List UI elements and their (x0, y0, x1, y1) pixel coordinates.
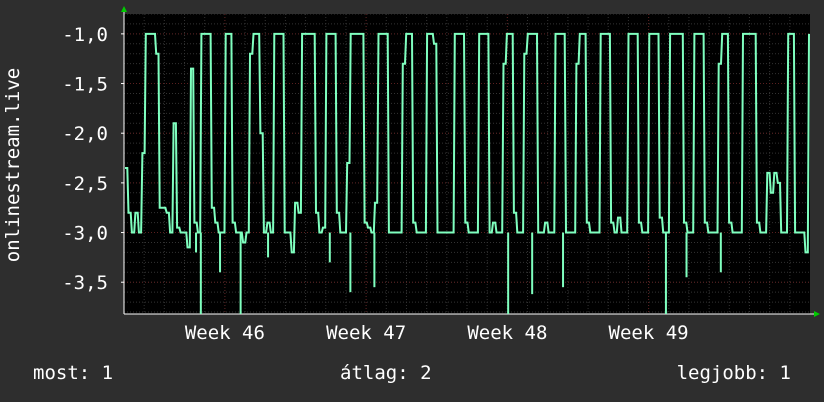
y-tick-label: -3,5 (62, 272, 108, 294)
x-tick-label: Week 47 (326, 322, 406, 344)
stat-now: most: 1 (33, 362, 114, 384)
chart: -1,0-1,5-2,0-2,5-3,0-3,5 Week 46 Week 47 W… (2, 6, 820, 344)
y-tick-label: -3,0 (62, 223, 108, 245)
y-ticks: -1,0 -1,5 -2,0 -2,5 -3,0 -3,5 (62, 24, 108, 294)
y-tick-label: -1,0 (62, 24, 108, 46)
y-tick-label: -1,5 (62, 74, 108, 96)
x-tick-label: Week 46 (185, 322, 265, 344)
y-tick-label: -2,5 (62, 173, 108, 195)
stat-average: átlag: 2 (340, 362, 432, 384)
x-axis-arrow-icon (814, 311, 820, 317)
y-tick-label: -2,0 (62, 123, 108, 145)
y-axis-label: onlinestream.live (2, 68, 24, 262)
x-ticks: Week 46 Week 47 Week 48 Week 49 (185, 322, 689, 344)
stat-max: legjobb: 1 (676, 362, 791, 384)
x-tick-label: Week 49 (609, 322, 689, 344)
x-tick-label: Week 48 (467, 322, 547, 344)
y-axis-arrow-icon (121, 6, 127, 12)
